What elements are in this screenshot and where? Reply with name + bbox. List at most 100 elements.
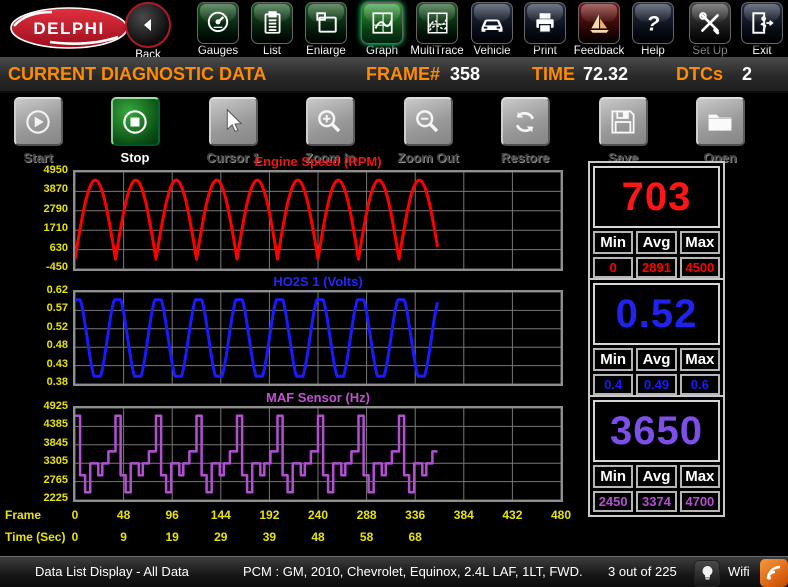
x-tick-label: 240 bbox=[307, 508, 329, 522]
max-header: Max bbox=[679, 231, 720, 254]
value-panel-engine-speed: 703 Min Avg Max 0 2891 4500 bbox=[588, 161, 725, 283]
max-header: Max bbox=[679, 348, 720, 371]
chart-plot-maf-sensor bbox=[73, 406, 563, 502]
chart-title-engine-speed: Engine Speed (RPM) bbox=[254, 154, 382, 169]
rss-icon[interactable] bbox=[760, 559, 788, 587]
min-header: Min bbox=[593, 348, 634, 371]
top-toolbar: DELPHI Back Gauges List Enlarge Graph Mu… bbox=[0, 0, 788, 61]
min-value: 2450 bbox=[593, 491, 634, 512]
y-tick-label: 4385 bbox=[43, 418, 68, 431]
chart-plot-engine-speed bbox=[73, 170, 563, 271]
x-tick-label: 144 bbox=[210, 508, 231, 522]
multitrace-icon bbox=[416, 2, 458, 44]
zoom-out-icon bbox=[403, 97, 453, 146]
max-value: 4700 bbox=[679, 491, 720, 512]
bulb-icon[interactable] bbox=[694, 560, 720, 587]
x-tick-label: 29 bbox=[214, 530, 228, 544]
y-tick-label: 0.48 bbox=[46, 339, 68, 352]
toolbar-label-help: Help bbox=[641, 45, 665, 57]
toolbar-label-setup: Set Up bbox=[692, 45, 728, 57]
y-tick-label: 1710 bbox=[43, 222, 68, 235]
y-tick-label: 2765 bbox=[43, 473, 68, 486]
graph-icon bbox=[361, 2, 403, 44]
y-tick-label: 0.62 bbox=[46, 284, 68, 296]
max-value: 0.6 bbox=[679, 374, 720, 395]
toolbar-label-exit: Exit bbox=[752, 45, 772, 57]
x-tick-label: 288 bbox=[356, 508, 377, 522]
y-tick-label: 0.43 bbox=[46, 357, 68, 370]
enlarge-icon bbox=[305, 2, 347, 44]
gauge-icon bbox=[197, 2, 239, 44]
print-icon bbox=[524, 2, 566, 44]
x-tick-label: 0 bbox=[71, 530, 79, 544]
y-tick-label: 2225 bbox=[43, 492, 68, 504]
chart-plot-ho2s bbox=[73, 290, 563, 386]
status-mode-text: Data List Display - All Data bbox=[35, 564, 189, 579]
toolbar-button-exit[interactable]: Exit bbox=[724, 2, 788, 57]
x-tick-label: 192 bbox=[259, 508, 280, 522]
back-icon bbox=[125, 2, 171, 48]
avg-header: Avg bbox=[636, 465, 677, 488]
chart-title-ho2s: HO2S 1 (Volts) bbox=[273, 274, 363, 289]
toolbar-label-graph: Graph bbox=[366, 45, 398, 57]
start-icon bbox=[13, 97, 63, 146]
status-vehicle-info: PCM : GM, 2010, Chevrolet, Equinox, 2.4L… bbox=[243, 564, 583, 579]
zoom-in-icon bbox=[305, 97, 355, 146]
y-tick-label: 0.38 bbox=[46, 376, 68, 388]
x-tick-label: 48 bbox=[311, 530, 325, 544]
open-icon bbox=[695, 97, 745, 146]
list-icon bbox=[251, 2, 293, 44]
x-tick-label: 432 bbox=[502, 508, 523, 522]
page-title: CURRENT DIAGNOSTIC DATA bbox=[8, 64, 267, 84]
value-panel-maf-sensor: 3650 Min Avg Max 2450 3374 4700 bbox=[588, 395, 725, 517]
wifi-label: Wifi bbox=[728, 564, 750, 579]
start-button[interactable]: Start bbox=[0, 97, 83, 165]
frame-value: 358 bbox=[450, 64, 481, 84]
current-value-maf-sensor: 3650 bbox=[593, 400, 720, 462]
save-button[interactable]: Save bbox=[578, 97, 668, 165]
y-tick-label: 2790 bbox=[43, 202, 68, 215]
save-icon bbox=[598, 97, 648, 146]
avg-header: Avg bbox=[636, 348, 677, 371]
svg-text:?: ? bbox=[646, 11, 659, 36]
toolbar-label-print: Print bbox=[533, 45, 557, 57]
x-tick-label: 9 bbox=[120, 530, 127, 544]
frame-label: FRAME# bbox=[366, 64, 441, 84]
status-record-count: 3 out of 225 bbox=[608, 564, 677, 579]
open-button[interactable]: Open bbox=[675, 97, 765, 165]
max-header: Max bbox=[679, 465, 720, 488]
cursor-icon bbox=[208, 97, 258, 146]
toolbar-label-list: List bbox=[263, 45, 281, 57]
chart-title-maf-sensor: MAF Sensor (Hz) bbox=[266, 390, 370, 405]
avg-value: 2891 bbox=[636, 257, 677, 278]
min-value: 0.4 bbox=[593, 374, 634, 395]
max-value: 4500 bbox=[679, 257, 720, 278]
back-button[interactable]: Back bbox=[110, 2, 186, 61]
x-tick-label: 48 bbox=[116, 508, 131, 522]
avg-value: 0.49 bbox=[636, 374, 677, 395]
toolbar-label-gauges: Gauges bbox=[197, 45, 239, 57]
y-tick-label: 3870 bbox=[43, 183, 68, 196]
time-value: 72.32 bbox=[583, 64, 629, 84]
help-icon: ? bbox=[632, 2, 674, 44]
x-tick-label: 68 bbox=[408, 530, 422, 544]
toolbar-label-vehicle: Vehicle bbox=[473, 45, 511, 57]
status-bar: Data List Display - All Data PCM : GM, 2… bbox=[0, 556, 788, 587]
min-value: 0 bbox=[593, 257, 634, 278]
start-label: Start bbox=[23, 150, 53, 165]
value-panel-ho2s: 0.52 Min Avg Max 0.4 0.49 0.6 bbox=[588, 278, 725, 400]
stop-icon bbox=[110, 97, 160, 146]
x-tick-label: 336 bbox=[405, 508, 426, 522]
y-tick-label: 0.57 bbox=[46, 302, 68, 315]
y-tick-label: 630 bbox=[49, 241, 68, 254]
x-tick-label: 39 bbox=[262, 530, 277, 544]
avg-header: Avg bbox=[636, 231, 677, 254]
y-tick-label: 4925 bbox=[43, 400, 68, 412]
avg-value: 3374 bbox=[636, 491, 677, 512]
diagnostic-header: CURRENT DIAGNOSTIC DATA FRAME# 358 TIME … bbox=[0, 57, 788, 93]
y-tick-label: 3845 bbox=[43, 436, 68, 449]
dtcs-value: 2 bbox=[742, 64, 753, 84]
current-value-engine-speed: 703 bbox=[593, 166, 720, 228]
y-tick-label: 4950 bbox=[43, 164, 68, 176]
x-tick-label: 480 bbox=[550, 508, 572, 522]
